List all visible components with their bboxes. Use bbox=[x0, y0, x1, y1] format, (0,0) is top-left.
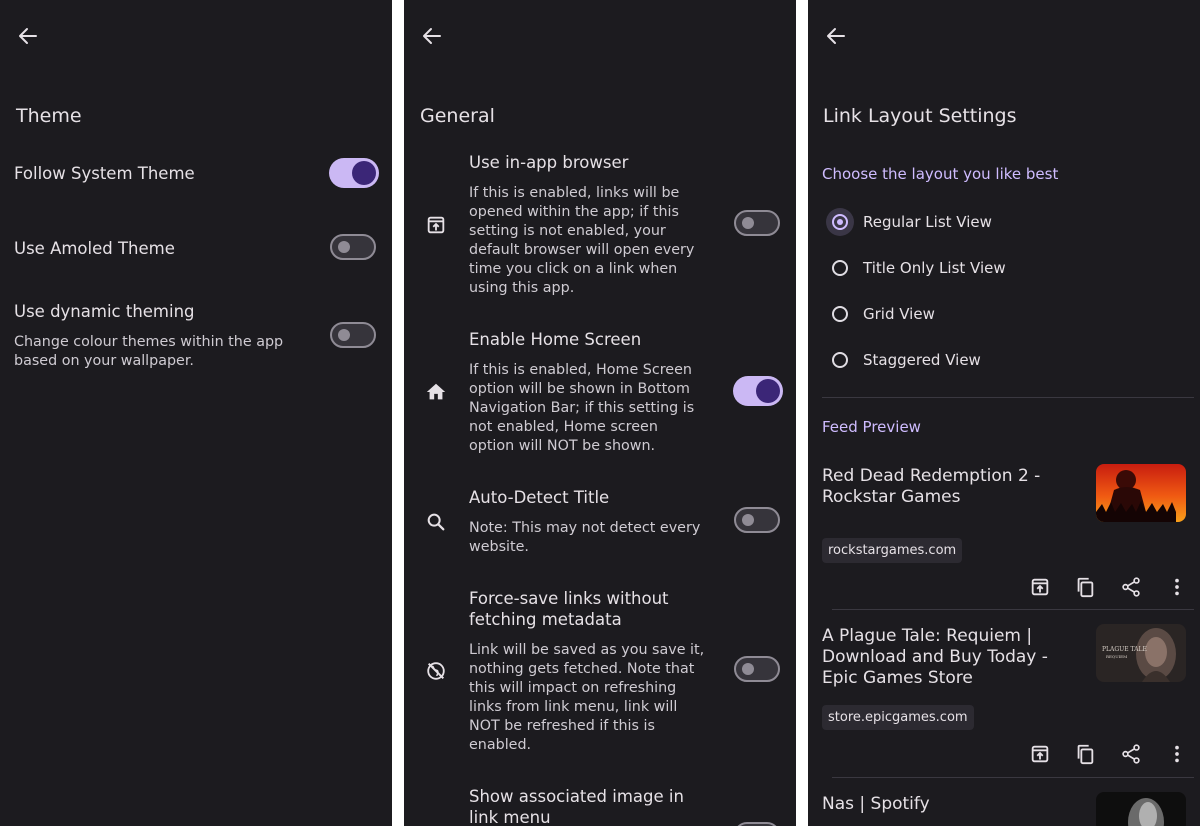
follow-system-theme-toggle[interactable] bbox=[329, 158, 379, 188]
search-icon bbox=[427, 513, 445, 531]
plague-tale-thumbnail-image: PLAGUE TALE REQUIEM bbox=[1096, 624, 1186, 682]
copy-icon[interactable] bbox=[1074, 576, 1096, 598]
divider bbox=[832, 777, 1194, 778]
toggle-thumb bbox=[756, 379, 780, 403]
divider bbox=[832, 609, 1194, 610]
link-layout-screen: Link Layout Settings Choose the layout y… bbox=[808, 0, 1200, 826]
page-title: Link Layout Settings bbox=[823, 105, 1017, 127]
feed-item-title[interactable]: A Plague Tale: Requiem | Download and Bu… bbox=[822, 626, 1062, 689]
force-save-description: Link will be saved as you save it, nothi… bbox=[469, 642, 705, 753]
dynamic-theming-label: Use dynamic theming bbox=[14, 302, 195, 321]
layout-option-label: Staggered View bbox=[863, 351, 981, 369]
feed-item-domain-chip[interactable]: store.epicgames.com bbox=[822, 705, 974, 730]
spotify-thumbnail-image bbox=[1096, 792, 1186, 826]
toggle-thumb bbox=[338, 329, 350, 341]
radio-unselected-icon bbox=[832, 352, 848, 368]
follow-system-theme-label: Follow System Theme bbox=[14, 164, 195, 183]
thumbnail-logo-text: PLAGUE TALE bbox=[1102, 646, 1147, 653]
layout-option-label: Regular List View bbox=[863, 213, 992, 231]
toggle-thumb bbox=[352, 161, 376, 185]
layout-option-staggered[interactable]: Staggered View bbox=[822, 343, 1182, 377]
auto-detect-title-label: Auto-Detect Title bbox=[469, 488, 610, 507]
radio-unselected-icon bbox=[832, 306, 848, 322]
page-title: General bbox=[420, 105, 495, 127]
back-arrow-icon[interactable] bbox=[824, 24, 848, 48]
auto-detect-title-toggle[interactable] bbox=[734, 507, 780, 533]
toggle-thumb bbox=[338, 241, 350, 253]
in-app-browser-description: If this is enabled, links will be opened… bbox=[469, 185, 695, 296]
radio-selected-icon bbox=[832, 214, 848, 230]
show-associated-image-toggle[interactable] bbox=[734, 822, 780, 826]
open-in-app-icon bbox=[427, 216, 445, 234]
home-icon bbox=[426, 383, 446, 400]
feed-item-domain-chip[interactable]: rockstargames.com bbox=[822, 538, 963, 563]
share-icon[interactable] bbox=[1120, 576, 1142, 598]
dynamic-theming-description: Change colour themes within the app base… bbox=[14, 334, 284, 369]
back-arrow-icon[interactable] bbox=[420, 24, 444, 48]
feed-item-thumbnail[interactable] bbox=[1096, 464, 1186, 522]
public-off-icon bbox=[427, 662, 445, 680]
radio-unselected-icon bbox=[832, 260, 848, 276]
red-dead-thumbnail-image bbox=[1096, 464, 1186, 522]
toggle-thumb bbox=[742, 514, 754, 526]
home-screen-label: Enable Home Screen bbox=[469, 330, 642, 349]
feed-item-title[interactable]: Nas | Spotify bbox=[822, 794, 1062, 815]
choose-layout-heading: Choose the layout you like best bbox=[822, 165, 1059, 183]
more-vert-icon[interactable] bbox=[1166, 576, 1188, 598]
general-screen: General Use in-app browser If this is en… bbox=[404, 0, 796, 826]
use-amoled-theme-label: Use Amoled Theme bbox=[14, 239, 175, 258]
in-app-browser-label: Use in-app browser bbox=[469, 153, 629, 172]
feed-item-thumbnail[interactable] bbox=[1096, 792, 1186, 826]
use-amoled-theme-toggle[interactable] bbox=[330, 234, 376, 260]
divider bbox=[822, 397, 1194, 398]
feed-preview-heading: Feed Preview bbox=[822, 418, 921, 436]
show-associated-image-label: Show associated image in link menu bbox=[469, 787, 684, 826]
more-vert-icon[interactable] bbox=[1166, 743, 1188, 765]
toggle-thumb bbox=[742, 663, 754, 675]
feed-item-thumbnail[interactable]: PLAGUE TALE REQUIEM bbox=[1096, 624, 1186, 682]
layout-option-title-only-list[interactable]: Title Only List View bbox=[822, 251, 1182, 285]
home-screen-description: If this is enabled, Home Screen option w… bbox=[469, 362, 695, 454]
auto-detect-title-description: Note: This may not detect every website. bbox=[469, 520, 701, 555]
share-icon[interactable] bbox=[1120, 743, 1142, 765]
layout-option-grid[interactable]: Grid View bbox=[822, 297, 1182, 331]
in-app-browser-toggle[interactable] bbox=[734, 210, 780, 236]
toggle-thumb bbox=[742, 217, 754, 229]
back-arrow-icon[interactable] bbox=[16, 24, 40, 48]
dynamic-theming-toggle[interactable] bbox=[330, 322, 376, 348]
layout-option-regular-list[interactable]: Regular List View bbox=[822, 205, 1182, 239]
layout-option-label: Grid View bbox=[863, 305, 935, 323]
force-save-label: Force-save links without fetching metada… bbox=[469, 589, 669, 629]
page-title: Theme bbox=[16, 105, 82, 127]
feed-item-title[interactable]: Red Dead Redemption 2 - Rockstar Games bbox=[822, 466, 1056, 508]
open-in-app-icon[interactable] bbox=[1029, 743, 1051, 765]
copy-icon[interactable] bbox=[1074, 743, 1096, 765]
force-save-toggle[interactable] bbox=[734, 656, 780, 682]
theme-screen: Theme Follow System Theme Use Amoled The… bbox=[0, 0, 392, 826]
home-screen-toggle[interactable] bbox=[733, 376, 783, 406]
thumbnail-logo-subtext: REQUIEM bbox=[1106, 654, 1127, 659]
layout-option-label: Title Only List View bbox=[863, 259, 1006, 277]
open-in-app-icon[interactable] bbox=[1029, 576, 1051, 598]
